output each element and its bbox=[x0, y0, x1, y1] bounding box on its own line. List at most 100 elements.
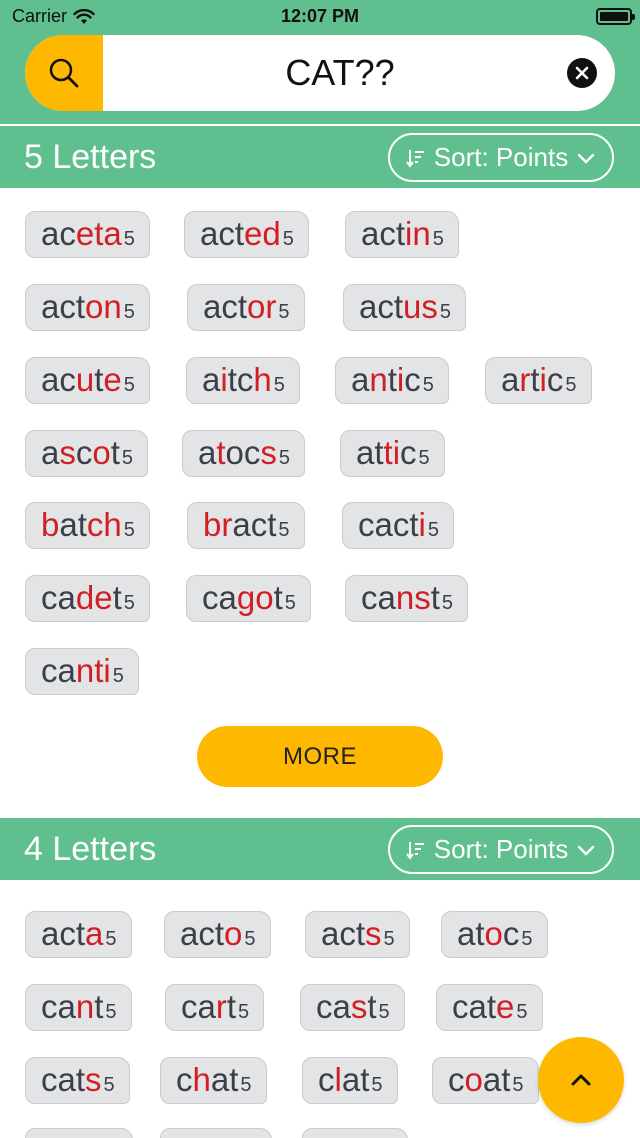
search-input[interactable] bbox=[125, 35, 555, 111]
sort-button[interactable]: Sort: Points bbox=[388, 825, 614, 874]
pattern-letters: cat bbox=[452, 988, 497, 1025]
pattern-letters: t bbox=[110, 434, 120, 471]
word-chip[interactable]: acta 5 bbox=[25, 911, 132, 958]
chevron-down-icon bbox=[578, 845, 595, 856]
matched-letters: i bbox=[220, 361, 228, 398]
word-points: 5 bbox=[121, 447, 134, 469]
word-chip[interactable]: ascot 5 bbox=[25, 430, 149, 477]
word-chip[interactable]: cacti 5 bbox=[342, 502, 454, 549]
word-chip[interactable]: cats 5 bbox=[25, 1057, 130, 1104]
word-points: 5 bbox=[105, 1001, 117, 1023]
scroll-to-top-button[interactable] bbox=[538, 1037, 624, 1123]
pattern-letters: act bbox=[41, 915, 86, 952]
word-chip[interactable]: cant 5 bbox=[25, 984, 132, 1031]
word-points: 5 bbox=[284, 592, 296, 614]
pattern-letters: a bbox=[202, 361, 221, 398]
word-points: 5 bbox=[512, 1074, 524, 1096]
word-chip[interactable]: chat 5 bbox=[160, 1057, 267, 1104]
matched-letters: r bbox=[215, 988, 227, 1025]
word-chip[interactable]: cast 5 bbox=[300, 984, 405, 1031]
pattern-letters: t bbox=[94, 361, 104, 398]
word-chip[interactable]: acts 5 bbox=[305, 911, 410, 958]
section-header-5-letters: 5 Letters Sort: Points bbox=[0, 126, 640, 188]
more-button[interactable]: MORE bbox=[197, 726, 443, 787]
word-points: 5 bbox=[418, 447, 430, 469]
word-chip[interactable]: cagot 5 bbox=[186, 575, 311, 622]
word-chip[interactable]: actin 5 bbox=[345, 211, 459, 258]
matched-letters: n bbox=[369, 361, 388, 398]
sort-button[interactable]: Sort: Points bbox=[388, 133, 614, 182]
word-chip[interactable]: artic 5 bbox=[485, 357, 592, 404]
matched-letters: or bbox=[247, 288, 277, 325]
word-chip[interactable]: bract 5 bbox=[187, 502, 305, 549]
word-chip[interactable]: cate 5 bbox=[436, 984, 543, 1031]
word-points: 5 bbox=[278, 447, 291, 469]
word-chip[interactable]: acted 5 bbox=[184, 211, 309, 258]
matched-letters: ti bbox=[383, 434, 401, 471]
matched-letters: o bbox=[92, 434, 111, 471]
word-chip[interactable]: antic 5 bbox=[335, 357, 449, 404]
word-chip[interactable]: aceta 5 bbox=[25, 211, 150, 258]
pattern-letters: c bbox=[400, 434, 417, 471]
close-icon bbox=[575, 66, 589, 80]
matched-letters: h bbox=[192, 1061, 211, 1098]
word-points: 5 bbox=[441, 592, 454, 614]
pattern-letters: at bbox=[59, 506, 87, 543]
search-button[interactable] bbox=[25, 35, 103, 111]
word-chip[interactable]: acto 5 bbox=[164, 911, 271, 958]
word-points: 5 bbox=[565, 374, 577, 396]
pattern-letters: cact bbox=[358, 506, 419, 543]
word-chip[interactable]: actus 5 bbox=[343, 284, 467, 331]
clear-search-button[interactable] bbox=[567, 58, 597, 88]
word-chip[interactable]: actor 5 bbox=[187, 284, 305, 331]
status-time: 12:07 PM bbox=[280, 6, 360, 26]
pattern-letters: c bbox=[502, 915, 520, 952]
pattern-letters: act bbox=[359, 288, 404, 325]
battery-icon bbox=[596, 8, 635, 25]
word-chip[interactable]: attic 5 bbox=[340, 430, 445, 477]
pattern-letters: act bbox=[321, 915, 366, 952]
pattern-letters: t bbox=[530, 361, 540, 398]
pattern-letters: t bbox=[94, 988, 104, 1025]
matched-letters: eta bbox=[75, 215, 122, 252]
word-points: 5 bbox=[427, 519, 439, 541]
word-chip[interactable]: atoc 5 bbox=[441, 911, 548, 958]
word-chip-partial[interactable] bbox=[25, 1128, 133, 1138]
word-chip[interactable]: batch 5 bbox=[25, 502, 150, 549]
word-chip[interactable]: acton 5 bbox=[25, 284, 150, 331]
pattern-letters: ca bbox=[316, 988, 351, 1025]
matched-letters: r bbox=[519, 361, 531, 398]
word-points: 5 bbox=[123, 519, 135, 541]
word-chip[interactable]: cadet 5 bbox=[25, 575, 150, 622]
matched-letters: ch bbox=[86, 506, 122, 543]
pattern-letters: ca bbox=[202, 579, 237, 616]
matched-letters: br bbox=[203, 506, 233, 543]
word-points: 5 bbox=[244, 928, 256, 950]
word-chip[interactable]: canti 5 bbox=[25, 648, 139, 695]
word-chip[interactable]: atocs 5 bbox=[182, 430, 306, 477]
sort-icon bbox=[405, 841, 424, 860]
word-chip[interactable]: canst 5 bbox=[345, 575, 469, 622]
pattern-letters: at bbox=[482, 1061, 511, 1098]
word-chip[interactable]: aitch 5 bbox=[186, 357, 300, 404]
word-points: 5 bbox=[112, 665, 124, 687]
pattern-letters: t bbox=[226, 988, 237, 1025]
word-points: 5 bbox=[273, 374, 285, 396]
word-points: 5 bbox=[278, 301, 290, 323]
chevron-down-icon bbox=[578, 153, 595, 164]
word-chip-partial[interactable] bbox=[160, 1128, 272, 1138]
pattern-letters: c bbox=[546, 361, 564, 398]
word-chip[interactable]: acute 5 bbox=[25, 357, 150, 404]
matched-letters: de bbox=[75, 579, 113, 616]
pattern-letters: t bbox=[430, 579, 440, 616]
matched-letters: on bbox=[85, 288, 122, 325]
word-chip[interactable]: coat 5 bbox=[432, 1057, 539, 1104]
matched-letters: a bbox=[85, 915, 104, 952]
word-points: 5 bbox=[383, 928, 395, 950]
matched-letters: nti bbox=[75, 652, 111, 689]
word-points: 5 bbox=[123, 374, 135, 396]
word-chip-partial[interactable] bbox=[302, 1128, 408, 1138]
word-chip[interactable]: cart 5 bbox=[165, 984, 265, 1031]
word-chip[interactable]: clat 5 bbox=[302, 1057, 398, 1104]
matched-letters: s bbox=[260, 434, 277, 471]
